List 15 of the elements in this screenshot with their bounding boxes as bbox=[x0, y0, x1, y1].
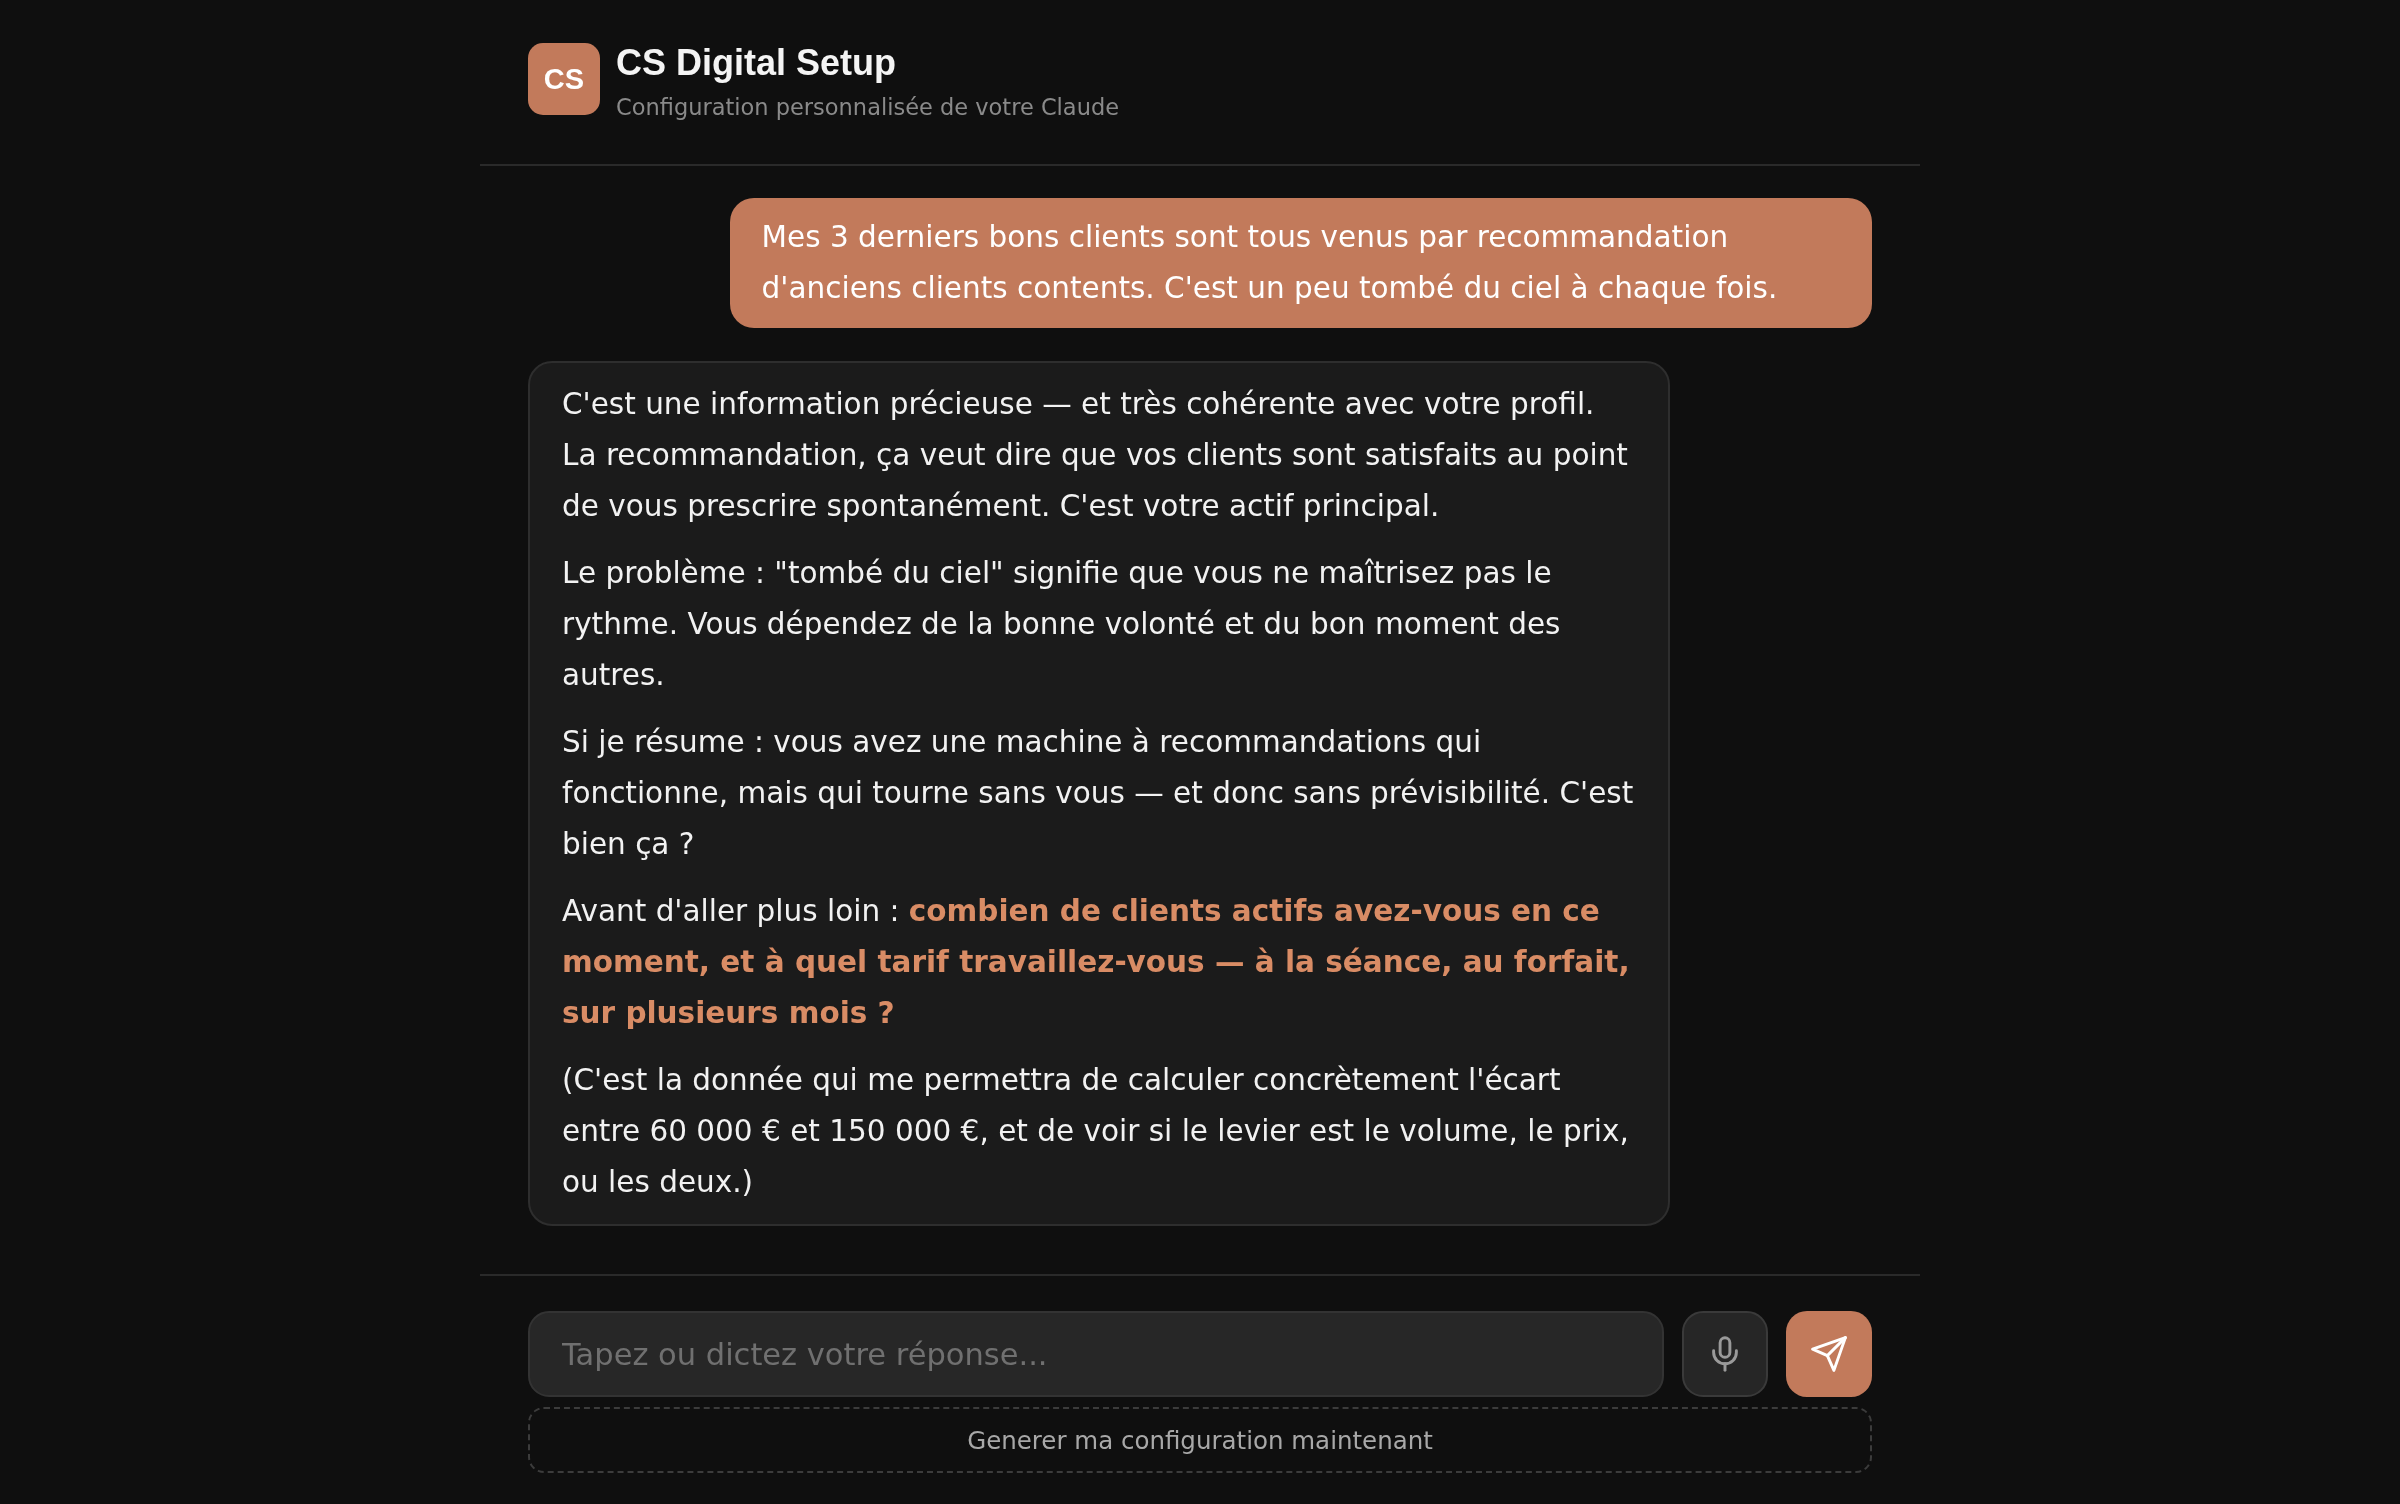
app-subtitle: Configuration personnalisée de votre Claude bbox=[616, 93, 1120, 121]
send-icon bbox=[1811, 1336, 1847, 1372]
message-text: (C'est la donnée qui me permettra de calculer concrètement l'écart entre 60 000 € et 150 000 €, et de voir si le levier est le volume, le prix, ou les deux.) bbox=[562, 1062, 1630, 1201]
message-input[interactable]: Tapez ou dictez votre réponse... bbox=[528, 1311, 1664, 1397]
message-text: Avant d'aller plus loin : combien de clients actifs avez-vous en ce moment, et à quel tarif travaillez-vous — à la séance, au forfait, sur plusieurs mois ? bbox=[562, 893, 1631, 1032]
app-logo: CS bbox=[528, 43, 600, 115]
message-text: Le problème : "tombé du ciel" signifie que vous ne maîtrisez pas le rythme. Vous dépendez de la bonne volonté et du bon moment des autres. bbox=[562, 555, 1562, 694]
message-text: Mes 3 derniers bons clients sont tous venus par recommandation d'anciens clients contents. C'est un peu tombé du ciel à chaque fois. bbox=[761, 219, 1779, 307]
microphone-button[interactable] bbox=[1682, 1311, 1768, 1397]
send-button[interactable] bbox=[1786, 1311, 1872, 1397]
message-text: C'est une information précieuse — et très cohérente avec votre profil. La recommandation, ça veut dire que vos clients sont satisfaits au point de vous prescrire spontanément. C'est votre actif principal. bbox=[562, 386, 1629, 525]
generate-config-button[interactable]: Generer ma configuration maintenant bbox=[528, 1407, 1872, 1473]
microphone-icon bbox=[1712, 1336, 1738, 1372]
app-title: CS Digital Setup bbox=[616, 43, 898, 83]
message-text: Si je résume : vous avez une machine à recommandations qui fonctionne, mais qui tourne sans vous — et donc sans prévisibilité. C'est bien ça ? bbox=[562, 724, 1635, 863]
